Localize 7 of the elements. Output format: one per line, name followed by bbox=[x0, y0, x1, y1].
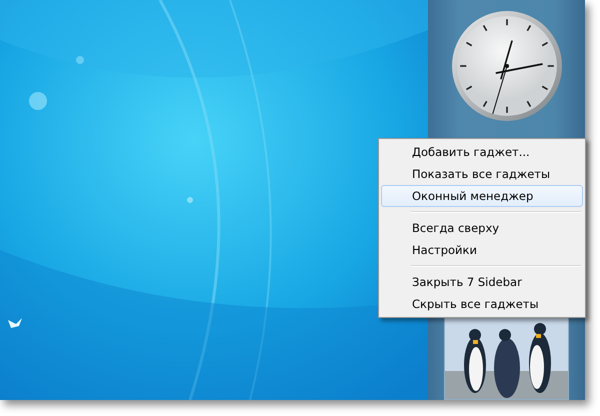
menu-item[interactable]: Настройки bbox=[381, 239, 583, 261]
menu-item[interactable]: Показать все гаджеты bbox=[381, 163, 583, 185]
menu-item[interactable]: Добавить гаджет... bbox=[381, 141, 583, 163]
menu-item[interactable]: Оконный менеджер bbox=[381, 185, 583, 207]
menu-item[interactable]: Всегда сверху bbox=[381, 217, 583, 239]
menu-item[interactable]: Закрыть 7 Sidebar bbox=[381, 271, 583, 293]
menu-item[interactable]: Скрыть все гаджеты bbox=[381, 293, 583, 315]
